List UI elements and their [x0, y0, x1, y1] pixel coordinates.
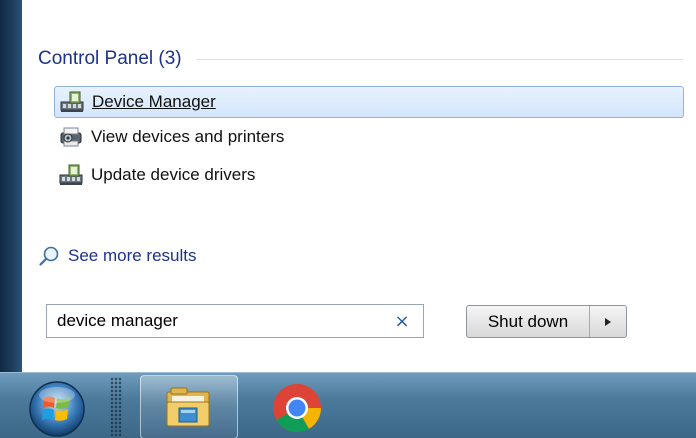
start-button[interactable]: [22, 379, 92, 437]
windows-logo-icon: [29, 381, 85, 437]
search-input-value[interactable]: device manager: [57, 311, 391, 331]
taskbar-chrome-button[interactable]: [262, 375, 332, 438]
result-label: Device Manager: [92, 92, 216, 111]
see-more-results-link[interactable]: See more results: [38, 243, 197, 269]
taskbar: [0, 372, 696, 438]
start-menu-frame: [0, 0, 22, 372]
device-manager-icon: [58, 163, 84, 187]
shutdown-button[interactable]: Shut down: [467, 306, 590, 337]
device-manager-icon: [59, 90, 85, 114]
triangle-right-icon: [605, 317, 611, 326]
result-view-devices-printers[interactable]: View devices and printers: [54, 121, 684, 153]
section-divider: [195, 58, 683, 60]
shutdown-group: Shut down: [466, 305, 627, 338]
section-header: Control Panel (3): [38, 44, 683, 74]
magnifier-icon: [39, 246, 59, 266]
taskbar-windows-explorer-button[interactable]: [140, 375, 238, 438]
devices-printers-icon: [58, 125, 84, 149]
result-label: View devices and printers: [91, 127, 285, 146]
result-update-device-drivers[interactable]: Update device drivers: [54, 159, 684, 191]
taskbar-grip[interactable]: [110, 377, 122, 437]
result-label: Update device drivers: [91, 165, 256, 184]
section-title[interactable]: Control Panel (3): [38, 48, 182, 70]
search-input[interactable]: device manager ×: [46, 304, 424, 338]
result-device-manager[interactable]: Device Manager: [54, 86, 684, 118]
clear-search-icon[interactable]: ×: [391, 311, 413, 332]
see-more-label: See more results: [68, 246, 197, 265]
chrome-icon: [273, 384, 321, 433]
shutdown-options-button[interactable]: [590, 306, 626, 337]
folder-icon: [166, 387, 210, 427]
